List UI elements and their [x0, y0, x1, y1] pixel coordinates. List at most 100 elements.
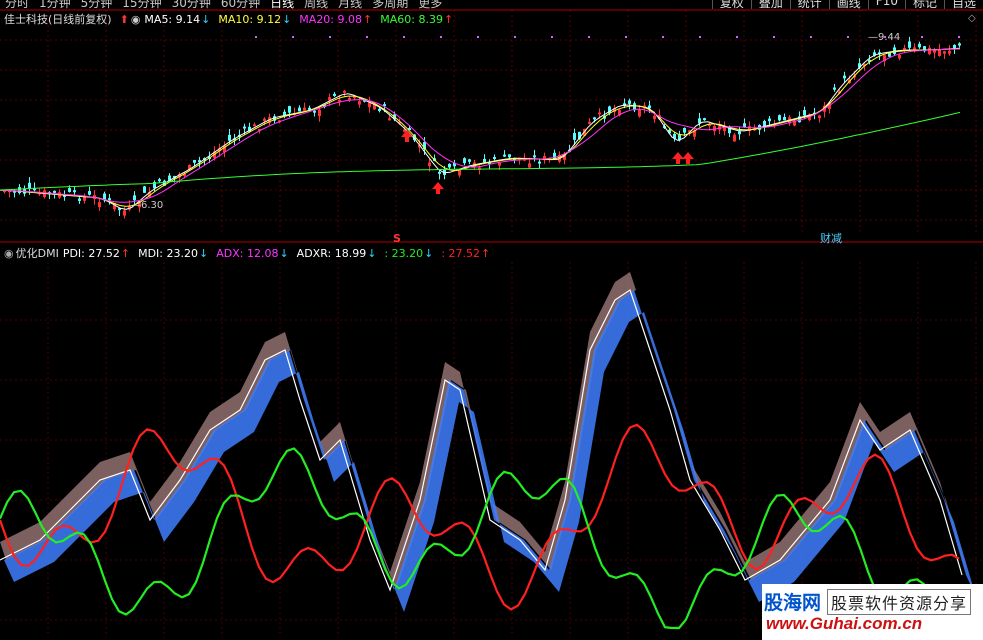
main-info-row: 佳士科技(日线前复权) ⬆ ◉ MA5: 9.14↓ MA10: 9.12↓ M…	[0, 11, 461, 27]
candle-body	[428, 162, 431, 166]
candle-body	[928, 47, 931, 55]
candle-body	[18, 187, 21, 194]
candle-body	[913, 47, 916, 50]
adxr-value: ADXR: 18.99↓	[296, 246, 377, 260]
ma60-line	[0, 111, 961, 191]
indicator-name: 优化DMI	[15, 247, 59, 260]
indicator-info-row: ◉ 优化DMI PDI: 27.52↑ MDI: 23.20↓ ADX: 12.…	[0, 245, 498, 261]
ma20-value: MA20: 9.08↑	[299, 12, 373, 26]
candle-body	[903, 47, 906, 50]
candle-body	[898, 54, 901, 59]
candle-body	[358, 101, 361, 105]
ma10-line	[0, 48, 961, 207]
up-arrow-icon[interactable]: ⬆	[120, 13, 129, 26]
candle-body	[738, 131, 741, 135]
candle-body	[593, 117, 596, 120]
candle-body	[498, 162, 501, 166]
candle-body	[378, 108, 381, 111]
candle-body	[493, 156, 496, 159]
candle-body	[288, 106, 291, 113]
watermark-logo: 股海网	[764, 592, 822, 614]
candle-body	[803, 110, 806, 116]
ma5-line	[0, 47, 961, 210]
signal-dot	[255, 36, 257, 38]
signal-dot	[921, 36, 923, 38]
watermark-slogan: 股票软件资源分享	[827, 588, 972, 615]
candle-body	[908, 41, 911, 48]
candle-body	[653, 115, 656, 120]
signal-dot	[514, 36, 516, 38]
candle-body	[73, 190, 76, 193]
ma20-line	[0, 48, 961, 203]
mdi-value: MDI: 23.20↓	[138, 246, 209, 260]
candle-body	[538, 161, 541, 164]
candle-body	[573, 133, 576, 140]
candle-body	[253, 124, 256, 127]
candle-body	[313, 110, 316, 113]
candle-body	[123, 210, 126, 216]
ma5-value: MA5: 9.14↓	[144, 12, 211, 26]
signal-dot	[366, 36, 368, 38]
candle-body	[243, 126, 246, 129]
chart-canvas[interactable]: —6.30—9.44	[0, 0, 983, 640]
candle-body	[143, 186, 146, 193]
candle-body	[768, 118, 771, 122]
diamond-icon[interactable]: ◇	[968, 13, 976, 24]
signal-dot	[847, 36, 849, 38]
adx-value: ADX: 12.08↓	[216, 246, 289, 260]
candle-body	[438, 171, 441, 174]
stock-title: 佳士科技(日线前复权)	[4, 13, 112, 26]
candle-body	[298, 107, 301, 112]
low-price-label: —6.30	[131, 200, 163, 211]
candle-body	[918, 43, 921, 48]
pdi-line-value: : 27.52↑	[441, 246, 491, 260]
candle-body	[303, 107, 306, 111]
settings-circle-icon[interactable]: ◉	[131, 13, 141, 26]
candle-body	[938, 49, 941, 56]
candle-body	[628, 100, 631, 104]
candle-body	[943, 51, 946, 54]
candle-body	[228, 134, 231, 141]
signal-dot	[477, 36, 479, 38]
candle-body	[328, 97, 331, 101]
candle-body	[108, 198, 111, 201]
buy-arrow-icon	[432, 182, 444, 194]
signal-dot	[736, 36, 738, 38]
watermark-banner: 股海网 股票软件资源分享 www.Guhai.com.cn	[762, 584, 983, 640]
mdi-line-value: : 23.20↓	[384, 246, 434, 260]
signal-dot	[884, 36, 886, 38]
ma10-value: MA10: 9.12↓	[218, 12, 292, 26]
settings-circle-icon[interactable]: ◉	[4, 247, 14, 260]
candle-body	[98, 202, 101, 208]
candle-body	[683, 127, 686, 133]
signal-dot	[588, 36, 590, 38]
candle-body	[818, 115, 821, 119]
signal-dot	[699, 36, 701, 38]
buy-arrow-icon	[401, 130, 413, 142]
candle-body	[638, 109, 641, 117]
candle-body	[68, 188, 71, 192]
candle-body	[733, 134, 736, 142]
candle-body	[193, 160, 196, 163]
candle-body	[833, 87, 836, 90]
candle-body	[598, 112, 601, 115]
signal-dot	[292, 36, 294, 38]
candle-body	[468, 159, 471, 162]
candle-body	[508, 154, 511, 158]
candle-body	[263, 118, 266, 121]
candle-body	[958, 43, 961, 46]
buy-arrow-icon	[682, 152, 694, 164]
candle-body	[843, 75, 846, 79]
buy-arrow-icon	[672, 152, 684, 164]
signal-dot	[329, 36, 331, 38]
candle-body	[78, 198, 81, 201]
candle-body	[343, 90, 346, 93]
candle-body	[463, 158, 466, 164]
pdi-value: PDI: 27.52↑	[62, 246, 131, 260]
candle-body	[53, 190, 56, 193]
candle-body	[698, 118, 701, 124]
candle-body	[388, 118, 391, 121]
adx-fill-down	[4, 290, 976, 612]
ma60-value: MA60: 8.39↑	[380, 12, 454, 26]
signal-dot	[551, 36, 553, 38]
